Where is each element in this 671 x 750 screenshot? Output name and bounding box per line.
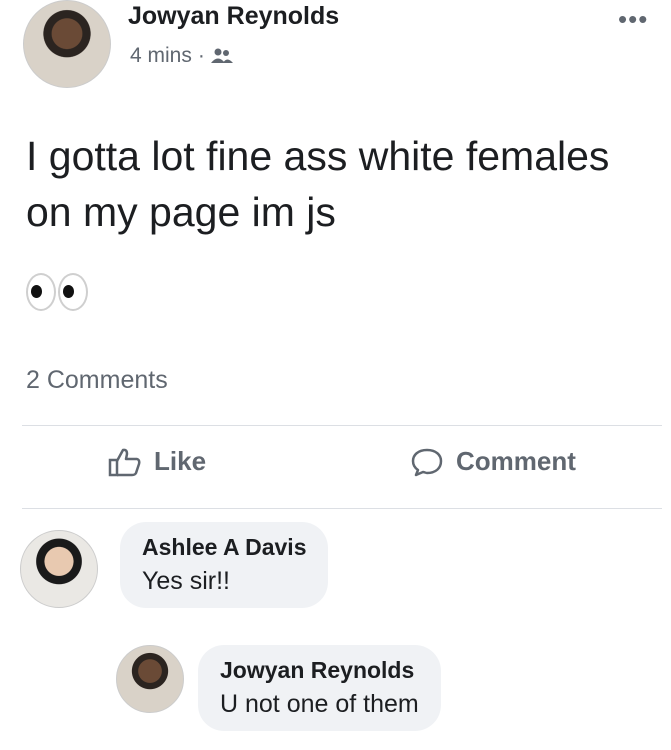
more-dots-icon[interactable]: ••• (618, 4, 648, 35)
comment-bubble-icon (411, 448, 443, 476)
eye-right (58, 273, 88, 311)
meta-separator: · (197, 44, 205, 67)
divider (22, 425, 662, 426)
post-header: Jowyan Reynolds 4 mins · ••• (0, 0, 671, 100)
thumbs-up-icon (108, 448, 141, 476)
like-button[interactable]: Like (108, 446, 206, 477)
comment-text: Yes sir!! (142, 567, 231, 595)
commenter-avatar[interactable] (20, 530, 98, 608)
eyes-emoji (26, 273, 88, 311)
comment-text: U not one of them (220, 690, 419, 718)
comment-label: Comment (456, 446, 576, 476)
author-name[interactable]: Jowyan Reynolds (128, 2, 339, 31)
like-label: Like (154, 446, 207, 476)
comment-author[interactable]: Ashlee A Davis (142, 534, 306, 561)
eye-left (26, 273, 56, 311)
divider (22, 508, 662, 509)
friends-icon (210, 48, 233, 63)
post-meta: 4 mins · (130, 44, 233, 68)
comment-author[interactable]: Jowyan Reynolds (220, 657, 419, 684)
author-avatar[interactable] (23, 0, 111, 88)
comment-button[interactable]: Comment (410, 446, 576, 477)
comment-bubble: Ashlee A Davis Yes sir!! (120, 522, 329, 608)
comment-bubble: Jowyan Reynolds U not one of them (198, 645, 441, 731)
commenter-avatar[interactable] (116, 645, 184, 713)
comment-count[interactable]: 2 Comments (26, 366, 168, 395)
post-text: I gotta lot fine ass white females on my… (26, 133, 610, 235)
post-time[interactable]: 4 mins (130, 44, 192, 68)
